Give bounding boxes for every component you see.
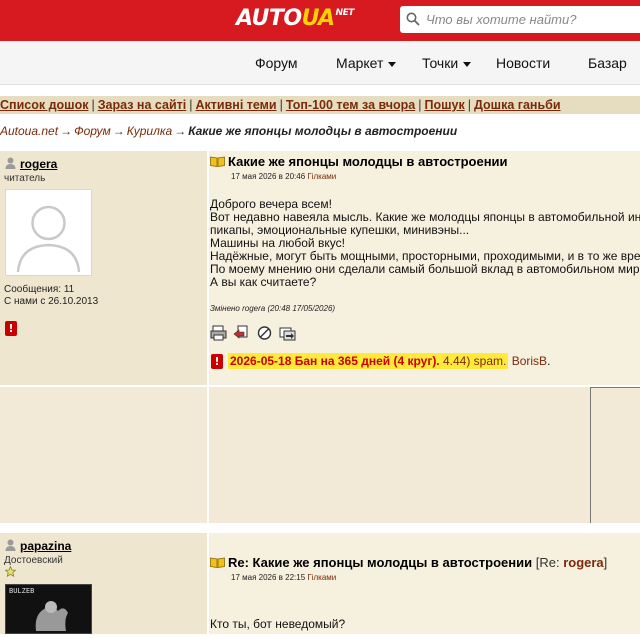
post-view-link[interactable]: Гілками — [307, 573, 336, 582]
main-nav: Форум Маркет Точки Новости Базар — [0, 41, 640, 85]
forward-icon[interactable] — [279, 325, 296, 341]
block-icon[interactable] — [256, 325, 273, 341]
spacer-right — [209, 387, 640, 523]
post-author-rank: читатель — [4, 173, 46, 184]
breadcrumb-arrow: → — [112, 124, 125, 138]
warning-icon[interactable]: ! — [5, 321, 17, 336]
avatar[interactable] — [5, 189, 92, 276]
book-icon — [210, 156, 225, 167]
post-view-link[interactable]: Гілками — [307, 172, 336, 181]
nav-points-label: Точки — [422, 55, 459, 71]
post-author-rank: Достоевский — [4, 555, 63, 566]
link-board-list[interactable]: Список дошок — [0, 98, 88, 112]
breadcrumb: Autoua.net → Форум → Курилка → Какие же японцы… — [0, 123, 640, 139]
post-line: А вы как считаете? — [210, 275, 317, 289]
search-input[interactable] — [426, 10, 636, 29]
post-toolbar — [210, 325, 310, 341]
breadcrumb-forum[interactable]: Форум — [74, 124, 111, 138]
site-logo[interactable]: AUTOUANET — [236, 6, 354, 34]
user-status-icon — [5, 157, 16, 169]
post-author-messages: Сообщения: 11 — [4, 284, 75, 295]
ban-text: 2026-05-18 Бан на 365 дней (4 круг). — [230, 354, 440, 368]
post-author-name[interactable]: rogera — [20, 157, 57, 171]
post-edit-note: Змінено rogera (20:48 17/05/2026) — [210, 304, 336, 313]
link-top-100[interactable]: Топ-100 тем за вчора — [286, 98, 415, 112]
ban-end: . — [547, 354, 551, 368]
post-title: Какие же японцы молодцы в автостроении — [210, 154, 508, 169]
warning-icon: ! — [211, 354, 223, 369]
separator: | — [91, 98, 95, 112]
search-box[interactable] — [400, 6, 640, 33]
breadcrumb-current: Какие же японцы молодцы в автостроении — [188, 124, 458, 138]
breadcrumb-arrow: → — [174, 124, 187, 138]
nav-market-label: Маркет — [336, 55, 384, 71]
link-search[interactable]: Пошук — [424, 98, 464, 112]
nav-forum-label: Форум — [255, 55, 298, 71]
site-header: AUTOUANET — [0, 0, 640, 41]
nav-market[interactable]: Маркет — [336, 41, 397, 85]
post-title: Re: Какие же японцы молодцы в автостроен… — [210, 555, 607, 570]
post-author-name[interactable]: papazina — [20, 539, 71, 553]
post-date-text: 17 мая 2026 в 22:15 — [231, 573, 306, 582]
star-icon — [5, 566, 16, 577]
post-title-text: Re: Какие же японцы молодцы в автостроен… — [228, 555, 533, 570]
separator: | — [418, 98, 422, 112]
link-active-topics[interactable]: Активні теми — [196, 98, 277, 112]
nav-bazaar[interactable]: Базар — [588, 41, 627, 85]
post-date-text: 17 мая 2026 в 20:46 — [231, 172, 306, 181]
spacer-left — [0, 387, 207, 523]
nav-news[interactable]: Новости — [496, 41, 550, 85]
breadcrumb-board[interactable]: Курилка — [127, 124, 172, 138]
default-avatar-icon — [16, 205, 81, 273]
link-shame-board[interactable]: Дошка ганьби — [474, 98, 561, 112]
reply-to-user-link[interactable]: rogera — [563, 555, 603, 570]
ban-moderator-link[interactable]: BorisB — [512, 354, 547, 368]
user-status-icon — [5, 539, 16, 551]
ban-notice: 2026-05-18 Бан на 365 дней (4 круг). 4.4… — [228, 353, 551, 369]
post-date: 17 мая 2026 в 22:15 Гілками — [231, 573, 336, 582]
chevron-down-icon — [388, 61, 397, 67]
separator: | — [467, 98, 471, 112]
reply-icon[interactable] — [233, 325, 250, 341]
logo-text-auto: AUTO — [236, 6, 302, 31]
print-icon[interactable] — [210, 325, 227, 341]
post-date: 17 мая 2026 в 20:46 Гілками — [231, 172, 336, 181]
breadcrumb-home[interactable]: Autoua.net — [0, 124, 58, 138]
nav-bazaar-label: Базар — [588, 55, 627, 71]
separator: | — [279, 98, 283, 112]
search-icon[interactable] — [406, 12, 420, 26]
link-online-now[interactable]: Зараз на сайті — [98, 98, 187, 112]
nav-points[interactable]: Точки — [422, 41, 472, 85]
post-title-text: Какие же японцы молодцы в автостроении — [228, 154, 508, 169]
chevron-down-icon — [463, 61, 472, 67]
logo-text-ua: UA — [301, 6, 335, 31]
logo-text-net: NET — [335, 8, 355, 18]
book-icon — [210, 557, 225, 568]
ban-reason: 4.44) spam. — [443, 354, 507, 368]
avatar[interactable]: BULZEB — [5, 584, 92, 634]
reply-to-close: ] — [603, 555, 608, 570]
ban-highlight: 2026-05-18 Бан на 365 дней (4 круг). 4.4… — [228, 353, 509, 369]
separator: | — [189, 98, 193, 112]
embedded-frame — [590, 387, 640, 523]
forum-links-bar: Список дошок | Зараз на сайті | Активні теми… — [0, 96, 640, 114]
post-line: Кто ты, бот неведомый? — [210, 617, 346, 631]
breadcrumb-arrow: → — [60, 124, 73, 138]
post-author-joined: С нами с 26.10.2013 — [4, 296, 99, 307]
avatar-caption: BULZEB — [9, 587, 35, 595]
nav-forum[interactable]: Форум — [255, 41, 298, 85]
reply-to-open: [Re: — [535, 555, 564, 570]
nav-news-label: Новости — [496, 55, 551, 71]
